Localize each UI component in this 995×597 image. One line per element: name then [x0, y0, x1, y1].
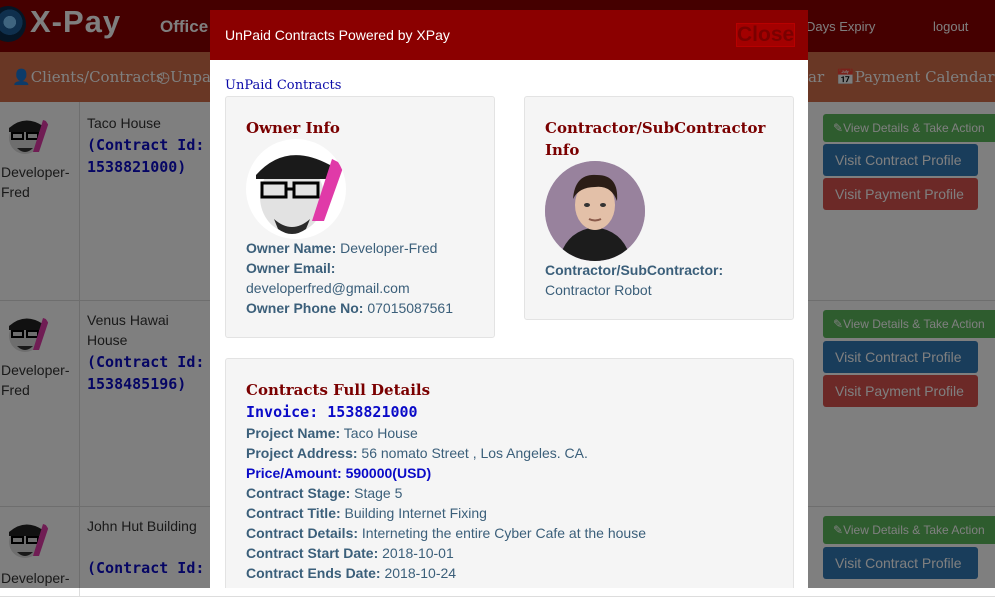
detail-label: Price/Amount:	[246, 465, 342, 481]
owner-name-value: Developer-Fred	[340, 240, 438, 256]
detail-value: 56 nomato Street , Los Angeles. CA.	[361, 445, 588, 461]
invoice-number: Invoice: 1538821000	[246, 403, 418, 421]
detail-value: 2018-10-01	[382, 545, 454, 561]
detail-label: Project Name:	[246, 425, 341, 441]
owner-email-label: Owner Email:	[246, 260, 336, 276]
contractor-info-heading-line1: Contractor/SubContractor	[545, 119, 766, 137]
detail-title: Contract Title: Building Internet Fixing	[246, 503, 487, 523]
owner-email-value: developerfred@gmail.com	[246, 280, 410, 296]
detail-contract-details: Contract Details: Interneting the entire…	[246, 523, 646, 543]
detail-price: Price/Amount: 590000(USD)	[246, 463, 431, 483]
contract-details-panel: Contracts Full Details Invoice: 15388210…	[225, 358, 794, 588]
owner-phone-value: 07015087561	[367, 300, 453, 316]
detail-value: 590000(USD)	[345, 465, 432, 481]
contract-details-heading: Contracts Full Details	[246, 381, 431, 399]
close-button[interactable]: Close	[736, 23, 795, 47]
detail-label: Contract Stage:	[246, 485, 351, 501]
owner-phone-label: Owner Phone No:	[246, 300, 364, 316]
unpaid-contracts-modal: UnPaid Contracts Powered by XPay Close U…	[210, 10, 808, 588]
detail-end-date: Contract Ends Date: 2018-10-24	[246, 563, 456, 583]
detail-value: Stage 5	[354, 485, 403, 501]
contractor-label: Contractor/SubContractor:	[545, 262, 724, 278]
contractor-value-row: Contractor Robot	[545, 280, 652, 300]
detail-value: Interneting the entire Cyber Cafe at the…	[361, 525, 646, 541]
detail-label: Contract Details:	[246, 525, 359, 541]
owner-email-value-row: developerfred@gmail.com	[246, 278, 410, 298]
contractor-value: Contractor Robot	[545, 282, 652, 298]
owner-name-row: Owner Name: Developer-Fred	[246, 238, 437, 258]
detail-project-address: Project Address: 56 nomato Street , Los …	[246, 443, 588, 463]
detail-label: Contract Start Date:	[246, 545, 379, 561]
contractor-label-row: Contractor/SubContractor:	[545, 260, 723, 280]
detail-label: Contract Ends Date:	[246, 565, 381, 581]
modal-subtitle: UnPaid Contracts	[225, 78, 342, 93]
contractor-info-panel: Contractor/SubContractor Info Contractor…	[524, 96, 794, 320]
owner-email-label-row: Owner Email:	[246, 258, 335, 278]
detail-value: 2018-10-24	[384, 565, 457, 581]
modal-header: UnPaid Contracts Powered by XPay Close	[210, 10, 808, 60]
owner-info-panel: Owner Info Owner Name: Developer-Fred Ow…	[225, 96, 495, 338]
detail-label: Contract Title:	[246, 505, 341, 521]
detail-value: Taco House	[343, 425, 418, 441]
detail-value: Building Internet Fixing	[344, 505, 487, 521]
detail-project-name: Project Name: Taco House	[246, 423, 418, 443]
owner-info-heading: Owner Info	[246, 119, 340, 137]
owner-avatar	[246, 139, 346, 239]
owner-phone-row: Owner Phone No: 07015087561	[246, 298, 453, 318]
contractor-info-heading-line2: Info	[545, 141, 580, 159]
owner-name-label: Owner Name:	[246, 240, 337, 256]
modal-title: UnPaid Contracts Powered by XPay	[225, 27, 450, 43]
contractor-avatar	[545, 161, 645, 261]
detail-stage: Contract Stage: Stage 5	[246, 483, 402, 503]
detail-start-date: Contract Start Date: 2018-10-01	[246, 543, 454, 563]
detail-label: Project Address:	[246, 445, 358, 461]
